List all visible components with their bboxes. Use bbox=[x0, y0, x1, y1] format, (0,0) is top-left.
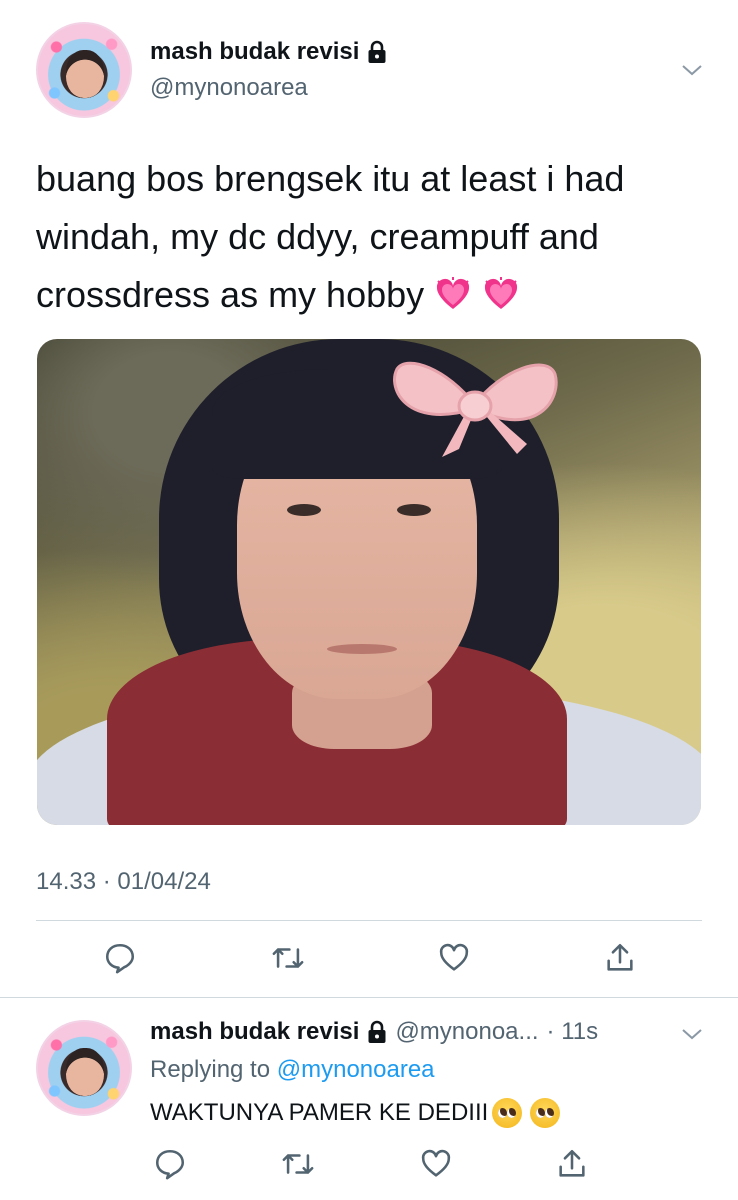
tweet-photo[interactable] bbox=[37, 339, 701, 825]
tweet-text-body: buang bos brengsek itu at least i had wi… bbox=[36, 158, 625, 315]
reply-icon bbox=[155, 1149, 185, 1180]
display-name[interactable]: mash budak revisi bbox=[150, 1018, 359, 1046]
display-name[interactable]: mash budak revisi bbox=[150, 38, 359, 66]
like-button[interactable] bbox=[434, 938, 474, 978]
pleading-face-icon bbox=[530, 1098, 561, 1128]
reply-button[interactable] bbox=[100, 938, 140, 978]
lock-icon bbox=[368, 40, 386, 63]
retweet-icon bbox=[272, 948, 304, 968]
handle[interactable]: @mynonoa... bbox=[395, 1018, 538, 1046]
reply-tweet[interactable]: mash budak revisi @mynonoa... · 11s Repl… bbox=[0, 998, 738, 1200]
main-tweet: mash budak revisi @mynonoarea buang bos … bbox=[0, 0, 738, 998]
reply-text-body: WAKTUNYA PAMER KE DEDIII bbox=[150, 1099, 489, 1126]
reply-author-row: mash budak revisi @mynonoa... · 11s bbox=[150, 1018, 598, 1046]
lock-icon bbox=[368, 1020, 386, 1043]
share-button[interactable] bbox=[552, 1144, 592, 1184]
reply-button[interactable] bbox=[150, 1144, 190, 1184]
tweet-text: buang bos brengsek itu at least i had wi… bbox=[36, 150, 706, 324]
retweet-button[interactable] bbox=[268, 938, 308, 978]
share-icon bbox=[607, 943, 633, 971]
like-icon bbox=[421, 1149, 451, 1177]
avatar[interactable] bbox=[36, 1020, 132, 1116]
tweet-timestamp[interactable]: 14.33 · 01/04/24 bbox=[36, 868, 211, 896]
bow-decoration bbox=[393, 361, 558, 457]
like-icon bbox=[439, 943, 469, 971]
reply-icon bbox=[105, 943, 135, 974]
reply-time[interactable]: · 11s bbox=[547, 1018, 599, 1046]
author-row: mash budak revisi bbox=[150, 38, 387, 66]
replying-mention[interactable]: @mynonoarea bbox=[277, 1056, 435, 1083]
replying-prefix: Replying to bbox=[150, 1056, 271, 1083]
reply-text: WAKTUNYA PAMER KE DEDIII bbox=[150, 1098, 561, 1128]
divider bbox=[36, 920, 702, 921]
handle[interactable]: @mynonoarea bbox=[150, 74, 308, 102]
retweet-icon bbox=[282, 1154, 314, 1174]
chevron-down-icon[interactable] bbox=[680, 1022, 704, 1046]
chevron-down-icon[interactable] bbox=[680, 58, 704, 82]
growing-heart-icon bbox=[437, 277, 470, 309]
pleading-face-icon bbox=[492, 1098, 523, 1128]
share-icon bbox=[559, 1149, 585, 1177]
avatar[interactable] bbox=[36, 22, 132, 118]
share-button[interactable] bbox=[600, 938, 640, 978]
like-button[interactable] bbox=[416, 1144, 456, 1184]
retweet-button[interactable] bbox=[278, 1144, 318, 1184]
replying-to: Replying to @mynonoarea bbox=[150, 1056, 435, 1084]
growing-heart-icon bbox=[485, 277, 518, 309]
